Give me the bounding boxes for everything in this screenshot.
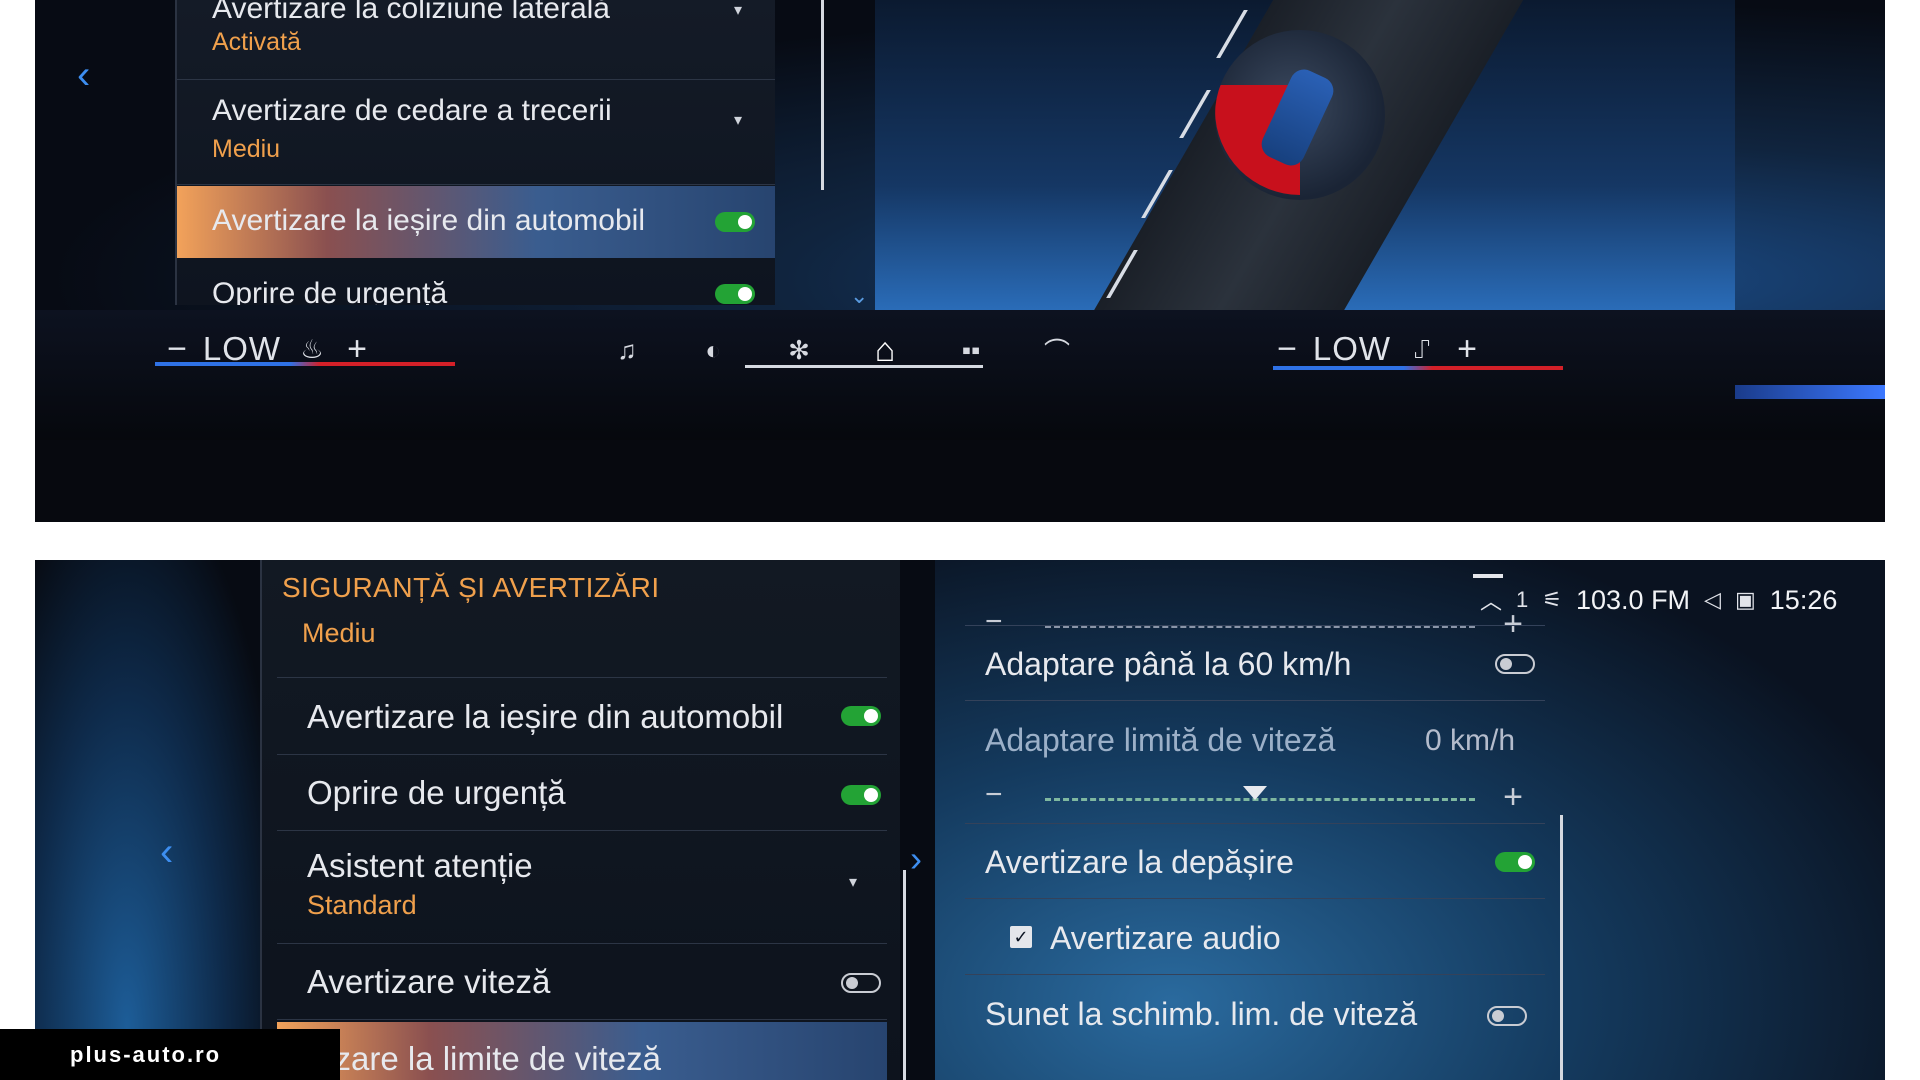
- menu-item-label: Avertizare la coliziune laterală: [212, 0, 610, 25]
- navigation-icon[interactable]: ◐: [691, 328, 735, 372]
- toggle-switch-on[interactable]: [841, 785, 881, 805]
- ambient-light: [1735, 385, 1885, 399]
- scroll-down-icon[interactable]: ⌄: [850, 283, 868, 309]
- driver-assist-visual: [875, 0, 1735, 380]
- minus-button[interactable]: −: [1267, 330, 1307, 369]
- toggle-switch-on[interactable]: [1495, 852, 1535, 872]
- chevron-down-icon: ▾: [733, 2, 742, 19]
- menu-item-exit-warning[interactable]: Avertizare la ieșire din automobil: [177, 186, 775, 258]
- watermark: plus-auto.ro: [0, 1029, 340, 1080]
- settings-menu-top: Avertizare la coliziune laterală Activat…: [175, 0, 775, 305]
- setting-adapt-60[interactable]: Adaptare până la 60 km/h: [965, 626, 1545, 701]
- menu-item-label: Avertizare la ieșire din automobil: [212, 204, 645, 237]
- setting-limit-change-sound[interactable]: Sunet la schimb. lim. de viteză: [965, 976, 1545, 1051]
- speed-limit-settings: − + Adaptare până la 60 km/h Adaptare li…: [965, 560, 1545, 1080]
- toggle-switch-on[interactable]: [715, 284, 755, 304]
- bottom-screenshot: ‹ SIGURANȚĂ ȘI AVERTIZĂRI Mediu Avertiza…: [35, 560, 1885, 1080]
- menu-item-emergency-stop[interactable]: Oprire de urgență: [277, 756, 887, 831]
- minus-button[interactable]: −: [985, 778, 1003, 812]
- climate-level-bar: [1273, 366, 1563, 370]
- radio-icon: ⚟: [1542, 587, 1562, 612]
- toggle-switch-on[interactable]: [715, 212, 755, 232]
- active-tab-indicator: [745, 365, 983, 368]
- scrollbar[interactable]: [821, 0, 824, 190]
- climate-level-bar: [155, 362, 455, 366]
- menu-item-value: Mediu: [212, 135, 281, 163]
- climate-nav-bar: − LOW ♨ + ♫ ◐ ✻ ⌂ ▪▪ ⌒ − LOW ⑀ +: [35, 310, 1885, 440]
- menu-item-label: Avertizare viteză: [307, 963, 551, 1000]
- menu-item-attention-assist[interactable]: Asistent atenție Standard ▾: [277, 832, 887, 944]
- clock: 15:26: [1769, 584, 1838, 615]
- forward-icon[interactable]: ›: [910, 838, 922, 880]
- music-icon[interactable]: ♫: [605, 328, 649, 372]
- toggle-switch-off[interactable]: [841, 973, 881, 993]
- background-glow: [35, 560, 265, 1080]
- chevron-down-icon: ▾: [733, 112, 742, 129]
- toggle-switch-off[interactable]: [1495, 654, 1535, 674]
- seat-heat-icon[interactable]: ♨: [287, 334, 337, 365]
- menu-item-yield-warning[interactable]: Avertizare de cedare a trecerii Mediu ▾: [177, 80, 775, 185]
- menu-item-label: Avertizare de cedare a trecerii: [212, 94, 612, 127]
- header-row: [277, 560, 887, 678]
- volume-icon: ◁: [1704, 587, 1721, 612]
- setting-overtake-warning[interactable]: Avertizare la depășire: [965, 824, 1545, 899]
- car-warning-graphic: [1215, 30, 1385, 200]
- top-display: ⌄ ‹ Avertizare la coliziune laterală Act…: [35, 0, 1885, 380]
- menu-item-exit-warning[interactable]: Avertizare la ieșire din automobil: [277, 680, 887, 755]
- slider-thumb[interactable]: [1243, 786, 1267, 800]
- chevron-down-icon: ▾: [848, 874, 857, 891]
- setting-label: Avertizare audio: [1050, 920, 1281, 956]
- phone-icon[interactable]: ⌒: [1035, 328, 1079, 372]
- toggle-switch-off[interactable]: [1487, 1006, 1527, 1026]
- menu-item-label: ...zare la limite de viteză: [307, 1040, 661, 1077]
- scrollbar[interactable]: [903, 870, 906, 1080]
- setting-audio-warning[interactable]: ✓ Avertizare audio: [965, 900, 1545, 975]
- setting-value: 0 km/h: [1424, 724, 1515, 757]
- setting-label: Adaptare limită de viteză: [985, 722, 1336, 758]
- notification-icon[interactable]: ▣: [1735, 587, 1756, 613]
- menu-item-label: Oprire de urgență: [307, 774, 566, 811]
- radio-station: 103.0 FM: [1576, 584, 1691, 615]
- speed-adapt-slider[interactable]: − +: [965, 778, 1545, 818]
- menu-item-label: Oprire de urgență: [212, 277, 448, 305]
- seat-vent-icon[interactable]: ⑀: [1397, 334, 1447, 365]
- menu-item-label: Avertizare la ieșire din automobil: [307, 698, 784, 735]
- climate-left: − LOW ♨ +: [157, 324, 377, 374]
- plus-button[interactable]: +: [1503, 778, 1523, 817]
- back-icon[interactable]: ‹: [160, 830, 173, 875]
- toggle-switch-on[interactable]: [841, 706, 881, 726]
- plus-button[interactable]: +: [1447, 330, 1487, 369]
- fan-level-label: LOW: [1312, 330, 1392, 367]
- menu-item-side-collision[interactable]: Avertizare la coliziune laterală Activat…: [177, 0, 775, 80]
- settings-menu-bottom: SIGURANȚĂ ȘI AVERTIZĂRI Mediu Avertizare…: [260, 560, 900, 1080]
- menu-item-value: Standard: [307, 890, 417, 920]
- menu-item-speed-warning[interactable]: Avertizare viteză: [277, 945, 887, 1020]
- menu-item-label: Asistent atenție: [307, 847, 533, 884]
- back-icon[interactable]: ‹: [77, 55, 101, 95]
- setting-speed-limit-adapt[interactable]: Adaptare limită de viteză 0 km/h: [965, 702, 1545, 775]
- setting-label: Sunet la schimb. lim. de viteză: [985, 996, 1418, 1032]
- setting-label: Avertizare la depășire: [985, 844, 1294, 880]
- checkbox-checked[interactable]: ✓: [1010, 926, 1032, 948]
- setting-label: Adaptare până la 60 km/h: [985, 646, 1352, 682]
- menu-item-value: Activată: [212, 28, 301, 56]
- menu-item-emergency-stop[interactable]: Oprire de urgență: [177, 260, 775, 305]
- scrollbar[interactable]: [1560, 815, 1563, 1080]
- menu-item-speed-limit-warning[interactable]: ...zare la limite de viteză: [277, 1022, 887, 1080]
- top-screenshot: ⌄ ‹ Avertizare la coliziune laterală Act…: [35, 0, 1885, 522]
